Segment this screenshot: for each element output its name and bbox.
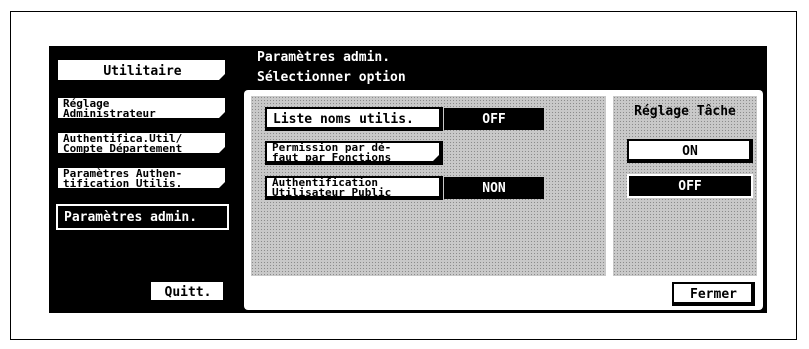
- corner-arrow-icon: [219, 74, 225, 80]
- on-label: ON: [682, 143, 698, 159]
- authentification-compte-button[interactable]: Authentifica.Util/ Compte Département: [56, 131, 229, 157]
- control-panel-screen: Utilitaire Réglage Administrateur Authen…: [49, 46, 767, 313]
- button-label-line2: Utilisateur Public: [272, 186, 392, 199]
- liste-noms-button[interactable]: Liste noms utilis.: [265, 107, 443, 131]
- authentification-public-value: NON: [444, 177, 544, 199]
- button-label-line2: faut par Fonctions: [272, 151, 392, 164]
- parametres-admin-button[interactable]: Paramètres admin.: [56, 204, 229, 230]
- quit-label: Quitt.: [164, 284, 212, 300]
- button-label-line2: Administrateur: [63, 107, 156, 120]
- authentification-public-button[interactable]: Authentification Utilisateur Public: [265, 176, 443, 200]
- off-label: OFF: [678, 178, 702, 194]
- option-label: Liste noms utilis.: [273, 111, 414, 127]
- corner-arrow-icon: [219, 112, 225, 118]
- corner-arrow-icon: [219, 182, 225, 188]
- button-label-line2: tification Utilis.: [63, 177, 183, 190]
- button-label-line2: Compte Département: [63, 142, 183, 155]
- task-off-button[interactable]: OFF: [627, 174, 753, 198]
- corner-arrow-icon: [433, 155, 439, 161]
- close-button[interactable]: Fermer: [672, 282, 755, 306]
- task-on-button[interactable]: ON: [627, 139, 753, 163]
- corner-arrow-icon: [219, 147, 225, 153]
- close-label: Fermer: [690, 286, 737, 302]
- page-subtitle: Sélectionner option: [257, 70, 406, 85]
- liste-noms-value: OFF: [444, 108, 544, 130]
- utilitaire-label: Utilitaire: [103, 63, 182, 79]
- parametres-authentification-button[interactable]: Paramètres Authen- tification Utilis.: [56, 166, 229, 192]
- button-label: Paramètres admin.: [64, 209, 198, 225]
- quit-button[interactable]: Quitt.: [149, 280, 227, 304]
- page-title: Paramètres admin.: [257, 50, 391, 65]
- permission-defaut-button[interactable]: Permission par dé- faut par Fonctions: [265, 141, 443, 165]
- task-panel-title: Réglage Tâche: [634, 104, 736, 119]
- reglage-administrateur-button[interactable]: Réglage Administrateur: [56, 96, 229, 122]
- utilitaire-button[interactable]: Utilitaire: [56, 58, 229, 84]
